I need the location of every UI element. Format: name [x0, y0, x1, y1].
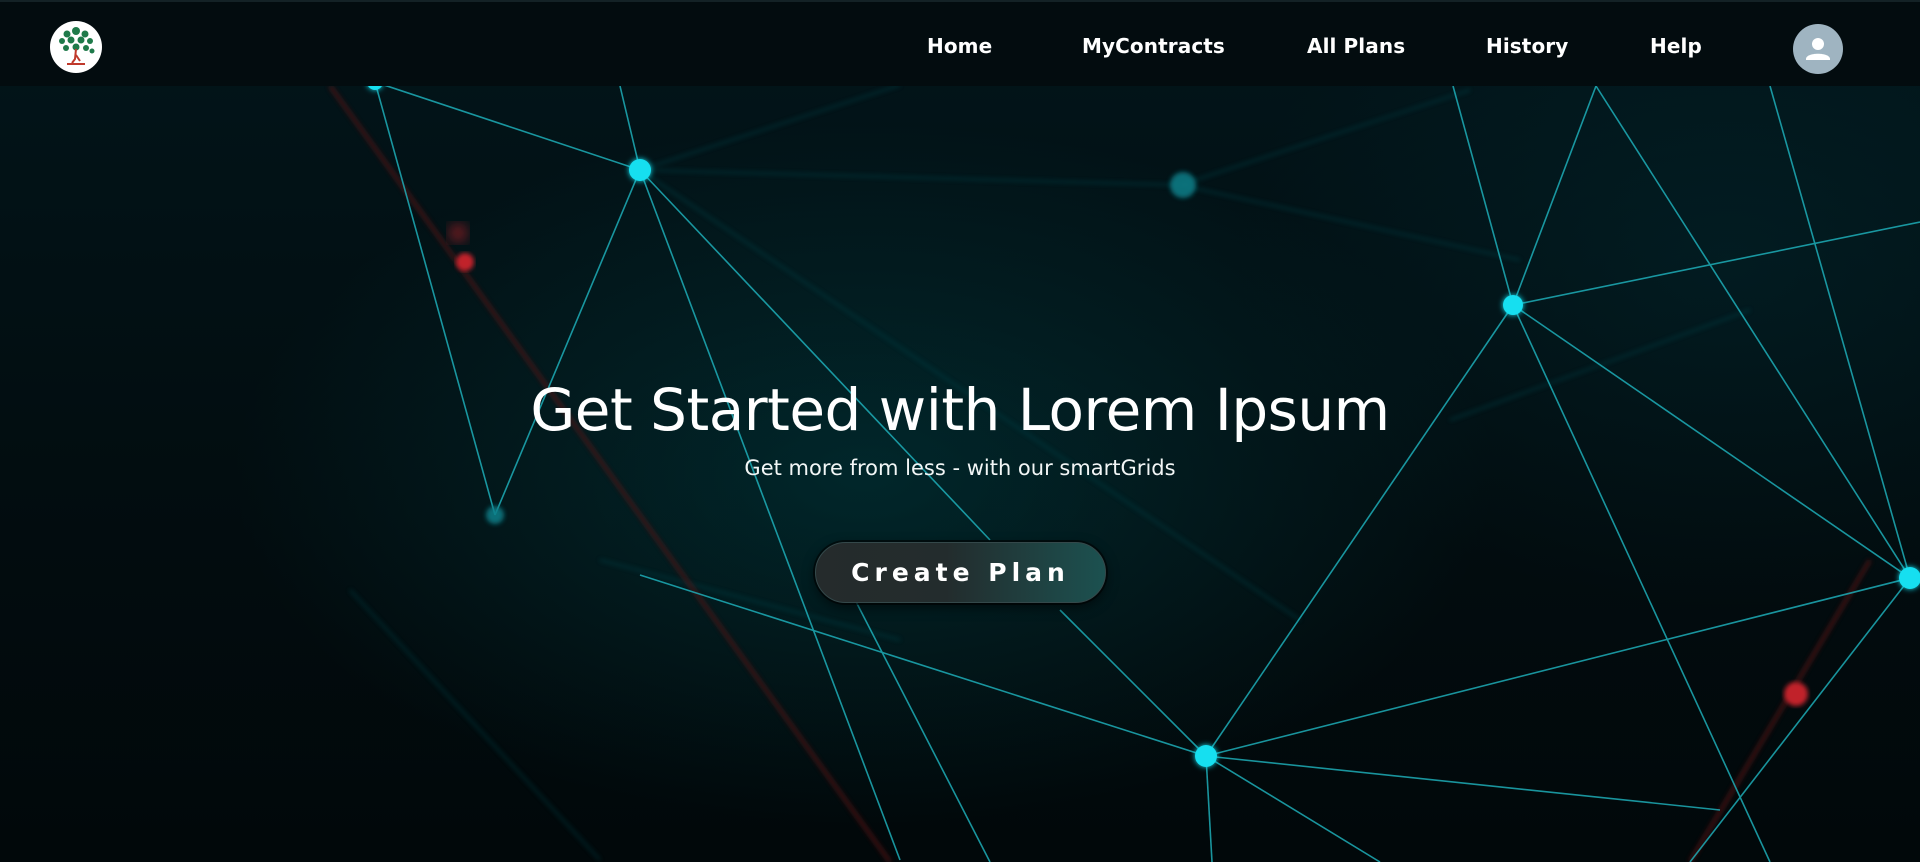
nav-link-history[interactable]: History [1486, 32, 1568, 60]
nav-link-all-plans[interactable]: All Plans [1307, 32, 1405, 60]
nav-link-mycontracts[interactable]: MyContracts [1082, 32, 1225, 60]
hero-subtitle: Get more from less - with our smartGrids [744, 456, 1176, 480]
tree-logo-icon[interactable] [50, 21, 102, 73]
create-plan-button[interactable]: Create Plan [815, 542, 1106, 603]
profile-avatar[interactable] [1793, 24, 1843, 74]
top-navbar: Home MyContracts All Plans History Help [0, 0, 1920, 86]
user-icon [1806, 38, 1830, 60]
hero-title: Get Started with Lorem Ipsum [530, 376, 1390, 444]
nav-link-help[interactable]: Help [1650, 32, 1702, 60]
nav-link-home[interactable]: Home [927, 32, 992, 60]
